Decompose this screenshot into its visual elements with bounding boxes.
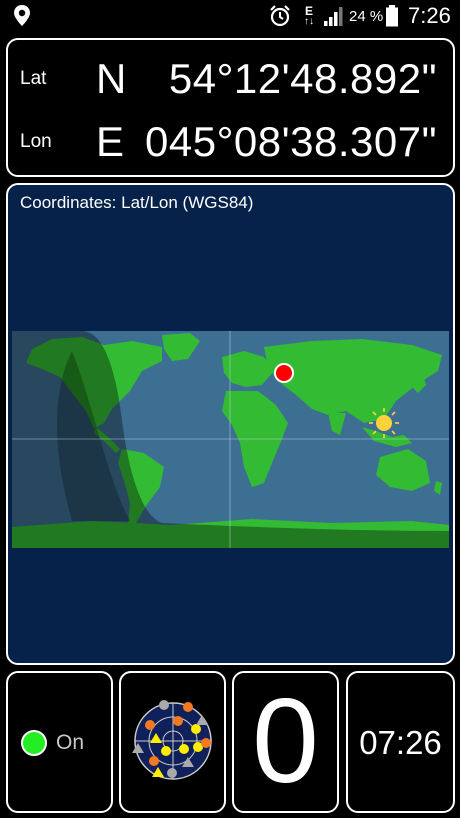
signal-icon [323, 0, 345, 32]
status-bar: E ↑↓ 24 % 7:26 [0, 0, 460, 32]
battery-percent: 24 % [349, 7, 384, 25]
clock-panel[interactable]: 07:26 [346, 671, 455, 813]
satellite-skyplot-icon [132, 700, 212, 780]
lat-hemisphere: N [96, 55, 127, 102]
lon-hemisphere: E [96, 118, 125, 165]
world-map[interactable] [12, 331, 449, 548]
lon-value: 045°08'38.307" [145, 118, 437, 165]
coordinates-panel: Lat N 54°12'48.892" Lon E 045°08'38.307" [6, 38, 455, 177]
lat-value: 54°12'48.892" [168, 55, 437, 102]
gps-status-panel[interactable]: On [6, 671, 113, 813]
battery-icon [385, 0, 399, 32]
network-icon: E ↑↓ [304, 4, 314, 27]
longitude-row: Lon E 045°08'38.307" [8, 113, 453, 173]
lat-label: Lat [20, 68, 47, 89]
alarm-icon [268, 0, 292, 32]
status-time: 7:26 [408, 3, 451, 28]
latitude-row: Lat N 54°12'48.892" [8, 50, 453, 110]
map-title: Coordinates: Lat/Lon (WGS84) [20, 193, 254, 212]
gps-status-indicator [21, 730, 47, 756]
satellite-count: 0 [252, 674, 319, 808]
satellite-count-panel[interactable]: 0 [232, 671, 339, 813]
location-pin-icon [12, 0, 32, 32]
clock-time: 07:26 [359, 724, 442, 761]
gps-status-label: On [56, 731, 85, 754]
map-panel[interactable]: Coordinates: Lat/Lon (WGS84) [6, 183, 455, 665]
satellite-skyplot-panel[interactable] [119, 671, 226, 813]
lon-label: Lon [20, 131, 52, 152]
position-marker [274, 363, 294, 383]
